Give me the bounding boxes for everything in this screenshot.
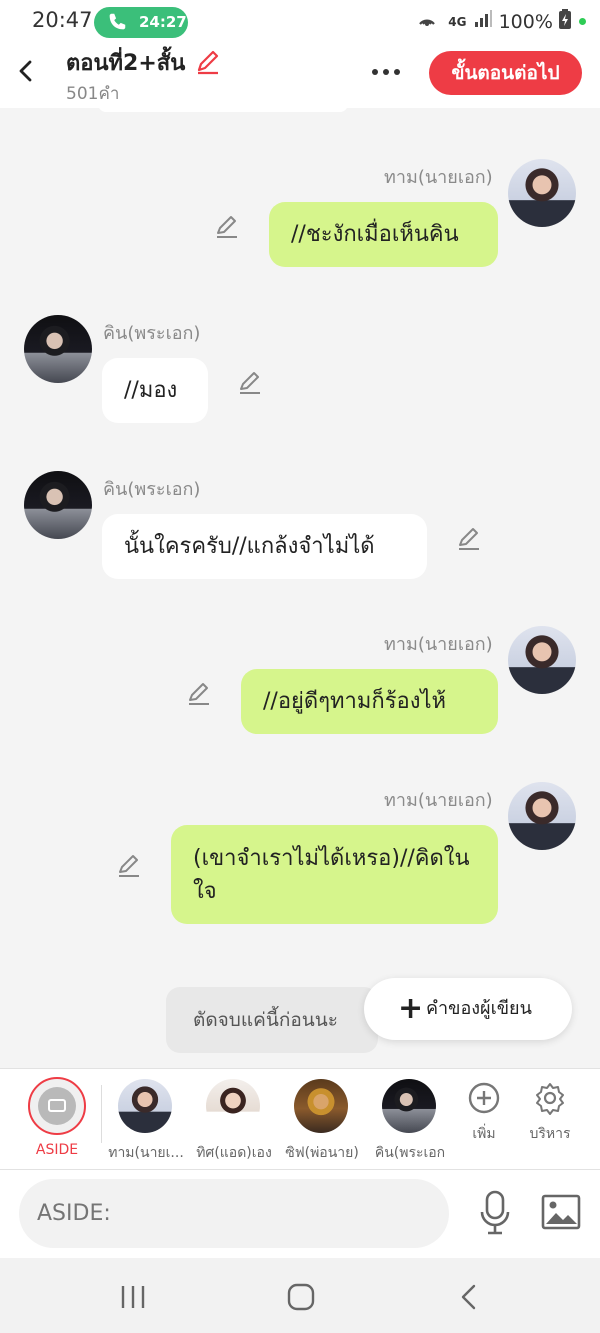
author-note-label: คำของผู้เขียน <box>426 998 532 1019</box>
battery-percent: 100% <box>498 10 553 33</box>
edit-title-icon[interactable] <box>194 48 222 76</box>
speaker-name: ทาม(นายเอก) <box>384 790 493 811</box>
speaker-name: คิน(พระเอก) <box>103 479 201 500</box>
character-avatar <box>118 1079 172 1133</box>
aside-icon <box>38 1087 76 1125</box>
gear-icon <box>536 1083 564 1115</box>
character-name: ทาม(นายเ... <box>108 1145 184 1161</box>
privacy-dot <box>579 18 586 25</box>
character-name: คิน(พระเอก <box>374 1145 446 1161</box>
message-bubble[interactable]: (เขาจำเราไม่ได้เหรอ)//คิดในใจ <box>171 825 498 924</box>
hotspot-icon <box>416 8 438 35</box>
speaker-name: คิน(พระเอก) <box>103 323 201 344</box>
character-bar: ASIDE ทาม(นายเ... ทิศ(แอด)เอง ซิฟ(พ่อนาย… <box>0 1068 600 1170</box>
edit-message-icon[interactable] <box>115 852 143 880</box>
manage-label: บริหาร <box>529 1126 571 1142</box>
author-note-button[interactable]: + คำของผู้เขียน <box>364 978 572 1040</box>
battery-icon <box>558 9 571 34</box>
signal-icon <box>473 10 493 33</box>
avatar-tam[interactable] <box>508 782 576 850</box>
edit-message-icon[interactable] <box>455 525 483 553</box>
call-timer-pill[interactable]: 24:27 <box>94 7 188 38</box>
next-step-button[interactable]: ขั้นตอนต่อไป <box>429 51 582 95</box>
add-circle-icon <box>468 1082 500 1114</box>
message-bubble[interactable]: //อยู่ดีๆทามก็ร้องไห้ <box>241 669 498 734</box>
character-name: ซิฟ(พ่อนาย) <box>285 1145 359 1161</box>
character-name: ทิศ(แอด)เอง <box>196 1145 272 1161</box>
message-text: นั้นใครครับ//แกล้งจำไม่ได้ <box>124 534 375 559</box>
more-options-icon[interactable] <box>372 60 408 80</box>
character-sif[interactable]: ซิฟ(พ่อนาย) <box>278 1069 366 1169</box>
back-nav-icon[interactable] <box>448 1282 488 1312</box>
message-bubble[interactable]: นั้นใครครับ//แกล้งจำไม่ได้ <box>102 514 427 579</box>
network-type: 4G <box>448 14 467 29</box>
edit-message-icon[interactable] <box>185 680 213 708</box>
avatar-kin[interactable] <box>24 315 92 383</box>
character-tam[interactable]: ทาม(นายเ... <box>102 1069 190 1169</box>
message-bubble[interactable]: //ชะงักเมื่อเห็นคิน <box>269 202 498 267</box>
status-time: 20:47 <box>32 8 93 32</box>
character-tit[interactable]: ทิศ(แอด)เอง <box>190 1069 278 1169</box>
message-text: //มอง <box>124 378 178 403</box>
status-icons: 4G 100% <box>416 8 586 34</box>
episode-title[interactable]: ตอนที่2+สั้น <box>66 45 185 80</box>
system-nav-bar <box>0 1258 600 1333</box>
phone-icon <box>109 13 126 30</box>
character-avatar <box>382 1079 436 1133</box>
avatar-tam[interactable] <box>508 159 576 227</box>
character-kin[interactable]: คิน(พระเอก <box>366 1069 454 1169</box>
avatar-tam[interactable] <box>508 626 576 694</box>
editor-header: ตอนที่2+สั้น 501คำ ขั้นตอนต่อไป <box>0 44 600 108</box>
recent-apps-icon[interactable] <box>113 1282 153 1312</box>
edit-message-icon[interactable] <box>213 213 241 241</box>
input-bar <box>0 1170 600 1258</box>
manage-characters-button[interactable]: บริหาร <box>515 1079 585 1169</box>
message-text: //ชะงักเมื่อเห็นคิน <box>291 222 459 247</box>
edit-message-icon[interactable] <box>236 369 264 397</box>
aside-note[interactable]: ตัดจบแค่นี้ก่อนนะ <box>166 987 378 1053</box>
word-count: 501คำ <box>66 84 120 104</box>
microphone-icon[interactable] <box>478 1190 512 1236</box>
image-icon[interactable] <box>541 1194 581 1230</box>
home-icon[interactable] <box>281 1282 321 1312</box>
message-bubble[interactable]: //มอง <box>102 358 208 423</box>
message-text: //อยู่ดีๆทามก็ร้องไห้ <box>263 689 447 714</box>
call-timer: 24:27 <box>139 13 187 31</box>
add-label: เพิ่ม <box>472 1126 496 1142</box>
speaker-name: ทาม(นายเอก) <box>384 167 493 188</box>
plus-icon: + <box>398 991 424 1026</box>
add-character-button[interactable]: เพิ่ม <box>449 1079 519 1169</box>
character-avatar <box>294 1079 348 1133</box>
message-input[interactable] <box>19 1179 449 1248</box>
character-avatar <box>206 1079 260 1133</box>
back-arrow-icon[interactable] <box>12 56 40 86</box>
header-shadow <box>98 104 348 112</box>
speaker-name: ทาม(นายเอก) <box>384 634 493 655</box>
aside-selector[interactable] <box>28 1077 86 1135</box>
status-bar: 20:47 24:27 4G 100% <box>0 0 600 44</box>
avatar-kin[interactable] <box>24 471 92 539</box>
aside-label: ASIDE <box>35 1142 79 1158</box>
message-text: (เขาจำเราไม่ได้เหรอ)//คิดในใจ <box>193 845 470 904</box>
